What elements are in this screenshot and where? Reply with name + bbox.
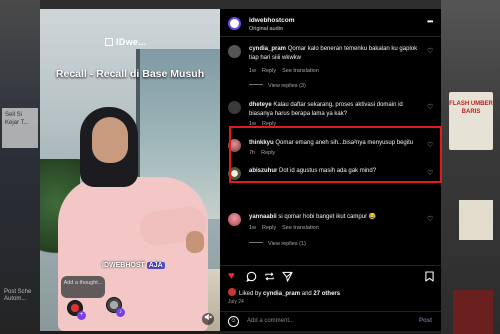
video-title: Recall - Recall di Base Musuh [55, 68, 205, 80]
repost-icon[interactable] [264, 271, 275, 285]
video-person-face [92, 117, 128, 163]
audio-label[interactable]: Original audio [249, 26, 283, 32]
comment-body: si qomar hobi banget ikut campur 😂 [278, 214, 377, 220]
account-name[interactable]: idwebhostcom [249, 17, 295, 24]
comment-input[interactable]: Add a comment... [247, 318, 294, 324]
action-bar: ♥ [220, 265, 441, 285]
comment-text: yannaabii si qomar hobi banget ikut camp… [249, 213, 419, 222]
emoji-icon[interactable]: ☺ [228, 316, 239, 327]
viewer-badge-icon: ♪ [116, 308, 125, 317]
repost-glyph [265, 272, 274, 281]
add-badge-icon: + [77, 311, 86, 320]
comment-user[interactable]: dheteye [249, 102, 272, 108]
heart-outline-icon[interactable]: ♡ [427, 47, 433, 55]
comment-meta: 1w Reply See translation [249, 68, 325, 74]
background-board [459, 200, 493, 240]
video-logo: IDwe... [105, 37, 147, 47]
liker-avatar [228, 288, 236, 296]
comment-text: dheteye Kalau daftar sekarang, proses ak… [249, 101, 419, 118]
screen: Sell Si Kejar T... Post Sche Autom... FL… [0, 0, 500, 334]
background-sign-left: Sell Si Kejar T... [2, 108, 38, 148]
comment-age: 1w [249, 68, 257, 74]
background-text-left: Post Sche Autom... [4, 289, 32, 302]
liked-by: Liked by cyndia_pram and 27 others [228, 288, 340, 297]
reel-video[interactable]: IDwe... Recall - Recall di Base Musuh ID… [40, 9, 220, 331]
liked-by-and: and [301, 291, 312, 297]
liked-by-others[interactable]: 27 others [313, 291, 340, 297]
bookmark-icon[interactable] [425, 271, 434, 285]
comment-icon[interactable] [246, 271, 257, 285]
view-replies-link[interactable]: View replies (1) [249, 241, 306, 247]
reply-button[interactable]: Reply [262, 225, 276, 231]
comment-age: 1w [249, 225, 257, 231]
background-right: FLASH UMBER BARIS [441, 0, 500, 334]
background-thumbnail [453, 290, 493, 334]
reply-button[interactable]: Reply [262, 68, 276, 74]
video-brand-tag: AJA [146, 262, 165, 269]
comment-avatar[interactable] [228, 213, 241, 226]
speaker-mute-icon[interactable] [202, 313, 214, 325]
heart-filled-icon[interactable]: ♥ [228, 271, 235, 282]
comment-body: Kalau daftar sekarang, proses aktivasi d… [249, 102, 403, 117]
bookmark-glyph [425, 271, 434, 282]
comment-user[interactable]: cyndia_pram [249, 46, 286, 52]
comment-composer: ☺ Add a comment... Post [220, 311, 441, 331]
comment-meta: 1w Reply See translation [249, 225, 325, 231]
ellipsis-icon[interactable]: ••• [427, 17, 433, 26]
comment-avatar[interactable] [228, 101, 241, 114]
video-brand: IDWEBHOST AJA [102, 262, 165, 269]
speaker-mute-glyph [204, 313, 212, 321]
account-avatar[interactable] [228, 17, 241, 30]
comment-avatar[interactable] [228, 45, 241, 58]
see-translation-link[interactable]: See translation [282, 68, 319, 74]
view-replies-link[interactable]: View replies (3) [249, 83, 306, 89]
comment-glyph [246, 271, 257, 283]
see-translation-link[interactable]: See translation [282, 225, 319, 231]
post-button[interactable]: Post [419, 318, 432, 324]
background-left: Sell Si Kejar T... Post Sche Autom... [0, 0, 40, 334]
video-person-hand [186, 231, 204, 253]
logo-square-icon [105, 38, 113, 46]
comment-user[interactable]: yannaabii [249, 214, 277, 220]
video-logo-text: IDwe... [116, 37, 147, 47]
heart-outline-icon[interactable]: ♡ [427, 103, 433, 111]
share-glyph [282, 271, 293, 282]
note-bubble[interactable]: Add a thought... [61, 276, 105, 298]
comment-text: cyndia_pram Qomar kalo beneran temenku b… [249, 45, 419, 62]
heart-outline-icon[interactable]: ♡ [427, 215, 433, 223]
highlight-box [229, 126, 442, 183]
post-header: idwebhostcom Original audio ••• [220, 9, 441, 37]
background-sign-right: FLASH UMBER BARIS [449, 92, 493, 150]
video-brand-text: IDWEBHOST [102, 262, 145, 269]
liked-by-prefix: Liked by [239, 291, 262, 297]
share-icon[interactable] [282, 271, 293, 285]
liked-by-user[interactable]: cyndia_pram [263, 291, 300, 297]
post-date: July 24 [228, 299, 244, 305]
